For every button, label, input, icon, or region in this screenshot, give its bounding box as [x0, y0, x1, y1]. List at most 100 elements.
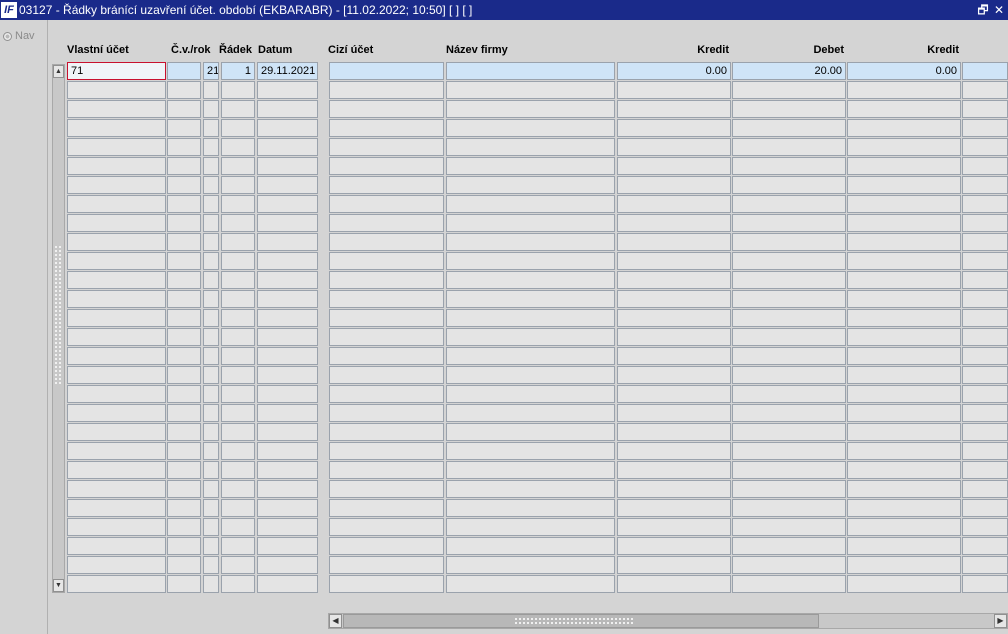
- table-cell[interactable]: [221, 385, 255, 403]
- table-cell[interactable]: [732, 290, 846, 308]
- table-cell[interactable]: [203, 480, 219, 498]
- table-cell[interactable]: [329, 138, 444, 156]
- table-cell[interactable]: [732, 480, 846, 498]
- table-cell[interactable]: [329, 556, 444, 574]
- table-cell[interactable]: [962, 138, 1008, 156]
- table-cell[interactable]: [962, 347, 1008, 365]
- table-cell[interactable]: [167, 157, 201, 175]
- column-header-datum[interactable]: Datum: [258, 44, 292, 56]
- table-cell[interactable]: [203, 290, 219, 308]
- table-cell[interactable]: [329, 62, 444, 80]
- table-cell[interactable]: [732, 119, 846, 137]
- nav-radio[interactable]: Nav: [3, 30, 35, 42]
- table-cell[interactable]: [257, 214, 318, 232]
- table-cell[interactable]: [732, 328, 846, 346]
- table-cell[interactable]: [446, 119, 615, 137]
- table-cell[interactable]: [329, 81, 444, 99]
- table-cell[interactable]: [732, 575, 846, 593]
- table-cell[interactable]: [329, 423, 444, 441]
- table-cell[interactable]: [446, 138, 615, 156]
- table-cell[interactable]: [257, 157, 318, 175]
- table-cell[interactable]: [67, 404, 166, 422]
- table-cell[interactable]: [221, 81, 255, 99]
- table-cell[interactable]: [446, 81, 615, 99]
- table-cell[interactable]: [221, 518, 255, 536]
- table-cell[interactable]: [847, 575, 961, 593]
- table-cell[interactable]: [732, 252, 846, 270]
- table-cell[interactable]: [329, 252, 444, 270]
- table-cell[interactable]: [167, 271, 201, 289]
- table-cell[interactable]: [446, 404, 615, 422]
- table-cell[interactable]: [257, 499, 318, 517]
- table-cell[interactable]: [962, 537, 1008, 555]
- table-cell[interactable]: [446, 518, 615, 536]
- table-cell[interactable]: 1: [221, 62, 255, 80]
- table-cell[interactable]: [446, 328, 615, 346]
- table-cell[interactable]: [617, 366, 731, 384]
- table-cell[interactable]: [67, 309, 166, 327]
- table-cell[interactable]: [257, 423, 318, 441]
- table-cell[interactable]: [732, 366, 846, 384]
- table-cell[interactable]: [167, 442, 201, 460]
- table-cell[interactable]: [329, 119, 444, 137]
- table-cell[interactable]: [257, 290, 318, 308]
- table-cell[interactable]: [257, 252, 318, 270]
- table-cell[interactable]: [617, 461, 731, 479]
- table-cell[interactable]: [962, 499, 1008, 517]
- table-cell[interactable]: [847, 157, 961, 175]
- table-cell[interactable]: [446, 309, 615, 327]
- table-cell[interactable]: [329, 157, 444, 175]
- table-cell[interactable]: [446, 233, 615, 251]
- table-cell[interactable]: [847, 195, 961, 213]
- table-cell[interactable]: [329, 461, 444, 479]
- table-cell[interactable]: [617, 404, 731, 422]
- table-cell[interactable]: [732, 271, 846, 289]
- table-cell[interactable]: [446, 556, 615, 574]
- table-cell[interactable]: [203, 423, 219, 441]
- table-cell[interactable]: [67, 518, 166, 536]
- table-cell[interactable]: [221, 423, 255, 441]
- table-cell[interactable]: [446, 442, 615, 460]
- table-cell[interactable]: [167, 81, 201, 99]
- table-cell[interactable]: 0.00: [617, 62, 731, 80]
- table-cell[interactable]: [167, 499, 201, 517]
- table-cell[interactable]: [329, 290, 444, 308]
- table-cell[interactable]: 29.11.2021: [257, 62, 318, 80]
- table-cell[interactable]: [446, 366, 615, 384]
- table-cell[interactable]: [446, 100, 615, 118]
- table-cell[interactable]: [221, 195, 255, 213]
- table-cell[interactable]: [847, 347, 961, 365]
- table-cell[interactable]: [617, 81, 731, 99]
- table-cell[interactable]: [67, 119, 166, 137]
- table-cell[interactable]: [203, 385, 219, 403]
- horizontal-scrollbar[interactable]: ◀ ▶: [328, 613, 1008, 629]
- table-cell[interactable]: [617, 423, 731, 441]
- table-cell[interactable]: [203, 176, 219, 194]
- table-cell[interactable]: [732, 499, 846, 517]
- table-cell[interactable]: [203, 404, 219, 422]
- table-cell[interactable]: [329, 328, 444, 346]
- table-cell[interactable]: [329, 442, 444, 460]
- table-cell[interactable]: [167, 366, 201, 384]
- table-cell[interactable]: [446, 214, 615, 232]
- table-cell[interactable]: [732, 442, 846, 460]
- table-cell[interactable]: [221, 252, 255, 270]
- table-cell[interactable]: [732, 556, 846, 574]
- table-cell[interactable]: [847, 252, 961, 270]
- table-cell[interactable]: [257, 518, 318, 536]
- table-cell[interactable]: [847, 119, 961, 137]
- table-cell[interactable]: [221, 537, 255, 555]
- table-cell[interactable]: [203, 81, 219, 99]
- table-cell[interactable]: [617, 328, 731, 346]
- table-cell[interactable]: [203, 138, 219, 156]
- column-header-nazev_firmy[interactable]: Název firmy: [446, 44, 508, 56]
- table-cell[interactable]: [732, 537, 846, 555]
- table-cell[interactable]: [167, 233, 201, 251]
- table-cell[interactable]: [203, 575, 219, 593]
- table-cell[interactable]: [257, 138, 318, 156]
- scroll-thumb[interactable]: [343, 614, 819, 628]
- table-cell[interactable]: [847, 100, 961, 118]
- table-cell[interactable]: [67, 290, 166, 308]
- table-cell[interactable]: [329, 309, 444, 327]
- table-cell[interactable]: [446, 537, 615, 555]
